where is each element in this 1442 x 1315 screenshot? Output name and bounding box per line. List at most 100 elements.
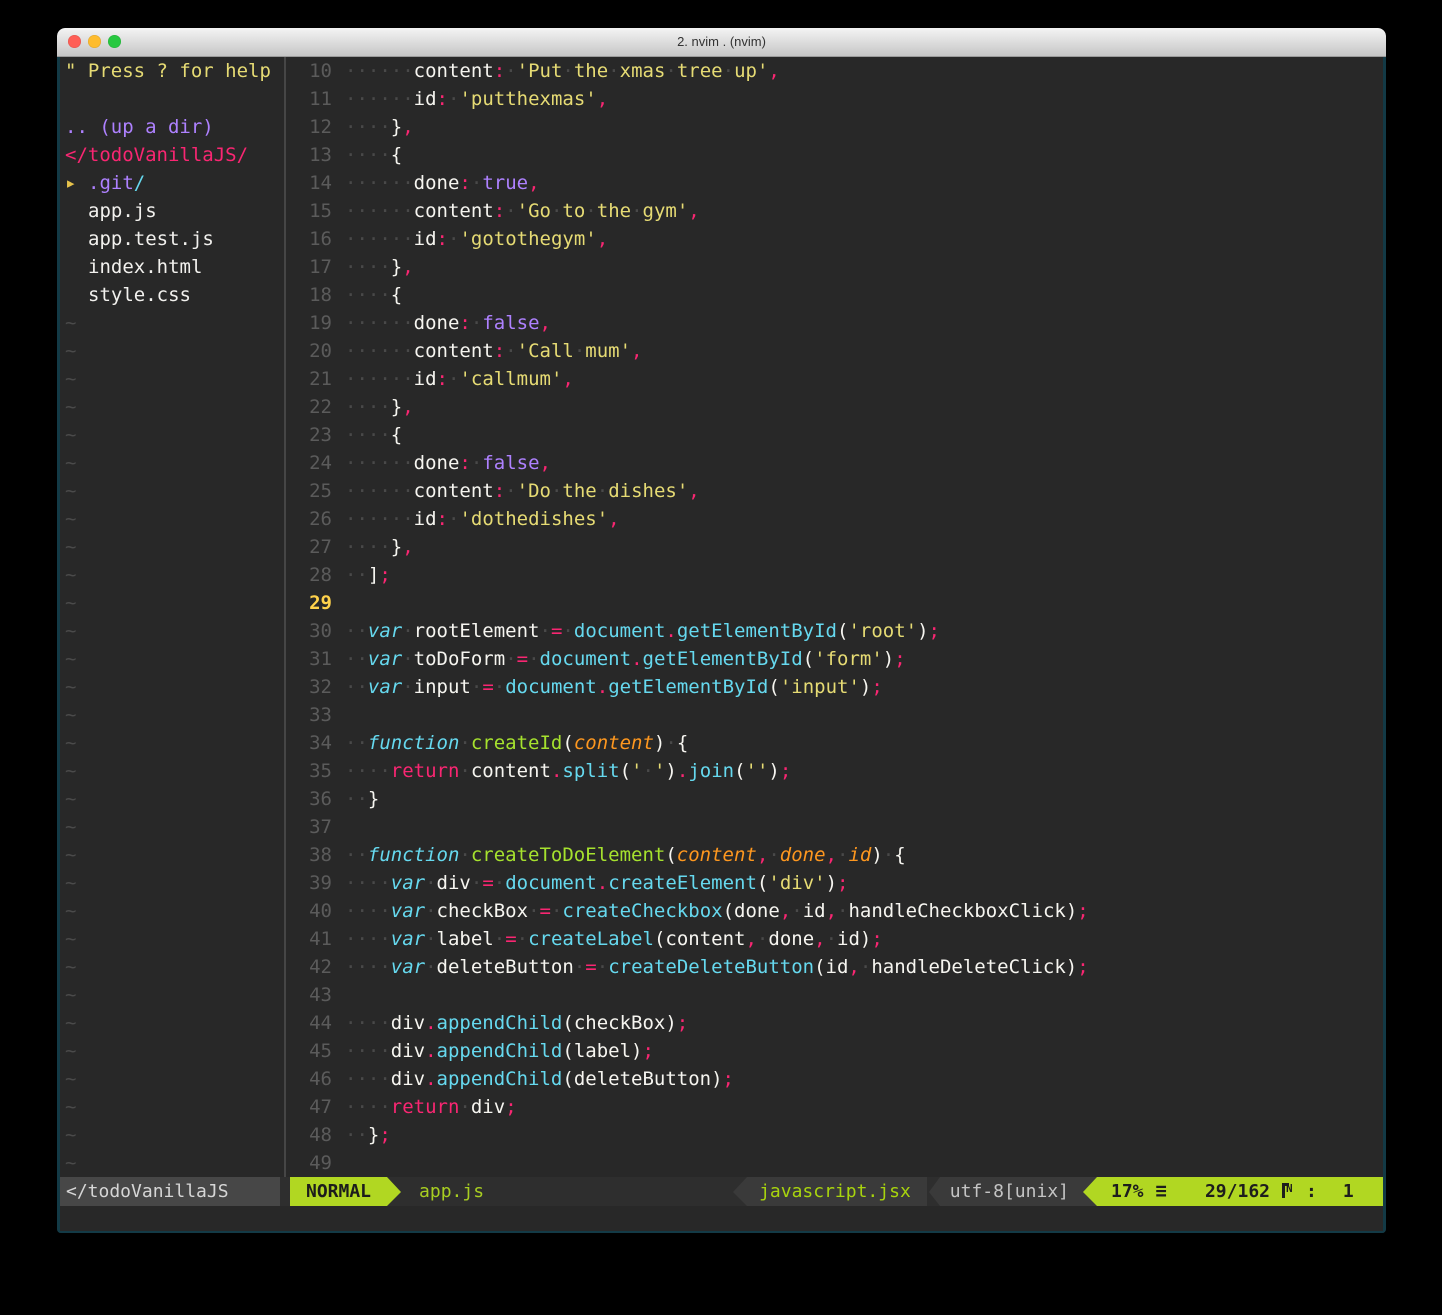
code-token: , — [402, 116, 413, 138]
code-token: function — [368, 732, 460, 754]
code-line[interactable]: 42····var·deleteButton·=·createDeleteBut… — [286, 953, 1383, 981]
code-token: ·· — [345, 564, 368, 586]
code-token: '' — [746, 760, 769, 782]
code-token: = — [540, 900, 551, 922]
code-token: ······ — [345, 508, 414, 530]
code-buffer[interactable]: 10······content:·'Put·the·xmas·tree·up',… — [286, 57, 1383, 1177]
code-line[interactable]: 18····{ — [286, 281, 1383, 309]
powerline-arrow-icon — [1083, 1177, 1097, 1206]
code-token: ; — [642, 1040, 653, 1062]
code-line[interactable]: 15······content:·'Go·to·the·gym', — [286, 197, 1383, 225]
code-token: 'dothedishes' — [459, 508, 608, 530]
code-token: id) — [837, 928, 871, 950]
code-token: false — [482, 452, 539, 474]
line-number: 14 — [286, 169, 345, 197]
statusline: </todoVanillaJS NORMAL app.js javascript… — [60, 1177, 1383, 1206]
code-line[interactable]: 29 — [286, 589, 1383, 617]
code-line[interactable]: 22····}, — [286, 393, 1383, 421]
code-token: ( — [803, 648, 814, 670]
line-number: 16 — [286, 225, 345, 253]
code-token: ···· — [345, 1012, 391, 1034]
command-line[interactable] — [60, 1206, 1383, 1231]
code-token: true — [482, 172, 528, 194]
code-line[interactable]: 12····}, — [286, 113, 1383, 141]
code-token: ( — [562, 732, 573, 754]
code-line[interactable]: 27····}, — [286, 533, 1383, 561]
code-line[interactable]: 37 — [286, 813, 1383, 841]
code-token: · — [448, 228, 459, 250]
code-token: ···· — [345, 956, 391, 978]
empty-buffer-tilde: ~ — [65, 1037, 284, 1065]
sidebar-item-app.test.js[interactable]: app.test.js — [65, 225, 284, 253]
code-line[interactable]: 49 — [286, 1149, 1383, 1177]
code-line[interactable]: 36··} — [286, 785, 1383, 813]
code-line[interactable]: 44····div.appendChild(checkBox); — [286, 1009, 1383, 1037]
code-token: ; — [723, 1068, 734, 1090]
code-line[interactable]: 30··var·rootElement·=·document.getElemen… — [286, 617, 1383, 645]
code-token: , — [757, 844, 768, 866]
code-line[interactable]: 35····return·content.split('·').join('')… — [286, 757, 1383, 785]
sidebar-item-.git[interactable]: ▸.git/ — [65, 169, 284, 197]
text: ~ — [65, 1096, 76, 1118]
code-line[interactable]: 47····return·div; — [286, 1093, 1383, 1121]
code-token: ······ — [345, 368, 414, 390]
code-line[interactable]: 38··function·createToDoElement(content,·… — [286, 841, 1383, 869]
code-line[interactable]: 16······id:·'gotothegym', — [286, 225, 1383, 253]
code-line[interactable]: 45····div.appendChild(label); — [286, 1037, 1383, 1065]
code-line[interactable]: 32··var·input·=·document.getElementById(… — [286, 673, 1383, 701]
code-token: · — [425, 872, 436, 894]
sidebar-item-index.html[interactable]: index.html — [65, 253, 284, 281]
code-token: . — [597, 676, 608, 698]
titlebar[interactable]: 2. nvim . (nvim) — [57, 28, 1386, 57]
code-token: var — [368, 648, 402, 670]
code-text: ······id:·'gotothegym', — [345, 225, 608, 253]
code-line[interactable]: 31··var·toDoForm·=·document.getElementBy… — [286, 645, 1383, 673]
sidebar-item-app.js[interactable]: app.js — [65, 197, 284, 225]
code-line[interactable]: 13····{ — [286, 141, 1383, 169]
sidebar-root-path[interactable]: </todoVanillaJS/ — [65, 141, 284, 169]
code-token: handleCheckboxClick) — [848, 900, 1077, 922]
code-line[interactable]: 33 — [286, 701, 1383, 729]
code-line[interactable]: 25······content:·'Do·the·dishes', — [286, 477, 1383, 505]
sidebar-item-up-dir[interactable]: .. (up a dir) — [65, 113, 284, 141]
code-line[interactable]: 43 — [286, 981, 1383, 1009]
code-line[interactable]: 40····var·checkBox·=·createCheckbox(done… — [286, 897, 1383, 925]
line-number: 44 — [286, 1009, 345, 1037]
code-token: { — [391, 284, 402, 306]
code-line[interactable]: 21······id:·'callmum', — [286, 365, 1383, 393]
code-token: document — [574, 620, 666, 642]
code-line[interactable]: 23····{ — [286, 421, 1383, 449]
code-line[interactable]: 39····var·div·=·document.createElement('… — [286, 869, 1383, 897]
code-line[interactable]: 19······done:·false, — [286, 309, 1383, 337]
code-line[interactable]: 11······id:·'putthexmas', — [286, 85, 1383, 113]
line-number: 47 — [286, 1093, 345, 1121]
code-line[interactable]: 41····var·label·=·createLabel(content,·d… — [286, 925, 1383, 953]
code-line[interactable]: 26······id:·'dothedishes', — [286, 505, 1383, 533]
code-line[interactable]: 20······content:·'Call·mum', — [286, 337, 1383, 365]
code-token: ······ — [345, 172, 414, 194]
scroll-percent: 17% — [1111, 1177, 1144, 1206]
code-token: id — [414, 88, 437, 110]
code-token: · — [505, 648, 516, 670]
code-line[interactable]: 17····}, — [286, 253, 1383, 281]
code-line[interactable]: 34··function·createId(content)·{ — [286, 729, 1383, 757]
code-token: ······ — [345, 60, 414, 82]
line-number: 17 — [286, 253, 345, 281]
disclosure-triangle-icon: ▸ — [65, 169, 88, 197]
empty-buffer-tilde: ~ — [65, 533, 284, 561]
code-token: checkBox — [437, 900, 529, 922]
code-line[interactable]: 48··}; — [286, 1121, 1383, 1149]
code-token: : — [459, 172, 470, 194]
code-line[interactable]: 14······done:·true, — [286, 169, 1383, 197]
cursor-line-total: 29/162 — [1205, 1177, 1270, 1206]
code-line[interactable]: 10······content:·'Put·the·xmas·tree·up', — [286, 57, 1383, 85]
line-number: 23 — [286, 421, 345, 449]
code-line[interactable]: 46····div.appendChild(deleteButton); — [286, 1065, 1383, 1093]
code-token: · — [402, 676, 413, 698]
sidebar-item-style.css[interactable]: style.css — [65, 281, 284, 309]
code-token: getElementById — [643, 648, 803, 670]
code-token: div — [471, 1096, 505, 1118]
code-line[interactable]: 24······done:·false, — [286, 449, 1383, 477]
code-line[interactable]: 28··]; — [286, 561, 1383, 589]
code-token: , — [402, 536, 413, 558]
